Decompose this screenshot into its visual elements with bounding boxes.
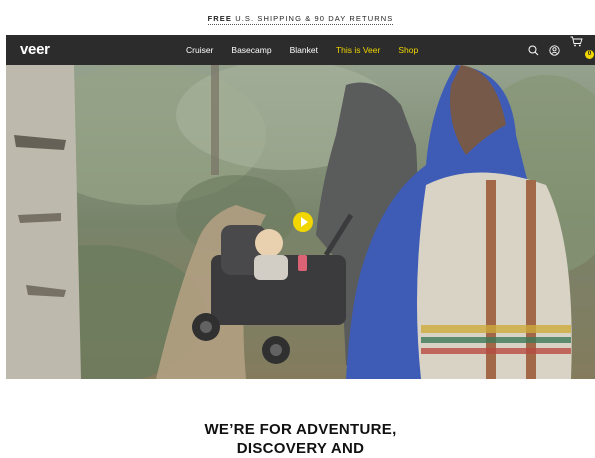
headline-line-2: DISCOVERY AND <box>236 440 365 457</box>
headline-line-1: WE’RE FOR ADVENTURE, <box>204 421 397 438</box>
nav-icons: 0 <box>518 35 594 65</box>
main-nav: veer Cruiser Basecamp Blanket This is Ve… <box>6 35 595 65</box>
nav-menu: Cruiser Basecamp Blanket This is Veer Sh… <box>186 35 436 65</box>
hero-image <box>6 65 595 379</box>
play-button[interactable] <box>293 212 313 232</box>
search-icon[interactable] <box>528 45 539 56</box>
nav-item-cruiser[interactable]: Cruiser <box>186 45 213 55</box>
nav-item-shop[interactable]: Shop <box>398 45 418 55</box>
nav-item-basecamp[interactable]: Basecamp <box>231 45 271 55</box>
cart-count-badge: 0 <box>585 49 594 59</box>
veer-logo[interactable]: veer <box>20 41 50 58</box>
promo-bold: FREE <box>207 13 233 23</box>
nav-item-blanket[interactable]: Blanket <box>290 45 318 55</box>
cart-icon[interactable]: 0 <box>570 36 594 65</box>
promo-bar[interactable]: FREE U.S. SHIPPING & 90 DAY RETURNS <box>6 5 595 33</box>
account-icon[interactable] <box>549 44 560 56</box>
hero-headline: WE’RE FOR ADVENTURE, DISCOVERY AND <box>6 420 595 458</box>
page: FREE U.S. SHIPPING & 90 DAY RETURNS veer… <box>6 0 595 457</box>
promo-text[interactable]: FREE U.S. SHIPPING & 90 DAY RETURNS <box>207 13 394 25</box>
promo-rest: U.S. SHIPPING & 90 DAY RETURNS <box>232 13 394 23</box>
nav-item-this-is-veer[interactable]: This is Veer <box>336 45 380 55</box>
